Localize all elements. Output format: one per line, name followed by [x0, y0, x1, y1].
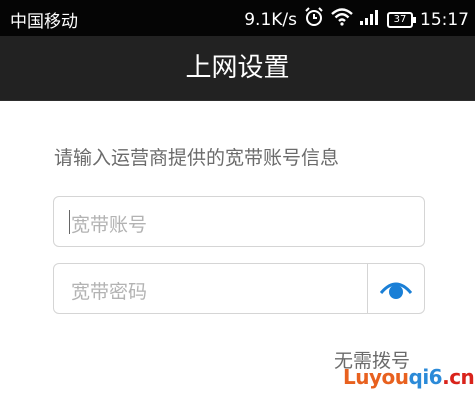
alarm-icon [304, 7, 324, 32]
battery-icon: 37 [387, 11, 416, 28]
account-field[interactable]: 宽带账号 [53, 196, 425, 247]
watermark-part-2: qi6 [408, 365, 443, 389]
signal-icon [360, 9, 380, 30]
status-bar: 中国移动 9.1K/s 37 15:17 [0, 0, 475, 36]
instruction-text: 请输入运营商提供的宽带账号信息 [54, 147, 340, 169]
account-placeholder: 宽带账号 [71, 214, 148, 236]
page-title: 上网设置 [0, 36, 475, 101]
watermark-part-3: .cn [442, 365, 475, 389]
wifi-icon [331, 8, 353, 31]
text-cursor [69, 210, 70, 234]
password-placeholder: 宽带密码 [71, 281, 148, 303]
status-icons: 9.1K/s 37 15:17 [244, 7, 469, 32]
watermark-part-1: Luyou [343, 365, 409, 389]
network-speed: 9.1K/s [244, 9, 297, 30]
eye-icon [380, 282, 412, 299]
clock: 15:17 [420, 9, 469, 30]
password-field[interactable]: 宽带密码 [53, 263, 425, 314]
watermark: Luyouqi6.cn [343, 365, 475, 389]
settings-content: 请输入运营商提供的宽带账号信息 宽带账号 宽带密码 无需拨号 Luyouqi6.… [0, 101, 475, 396]
show-password-button[interactable] [368, 264, 424, 313]
carrier-name: 中国移动 [10, 12, 78, 32]
